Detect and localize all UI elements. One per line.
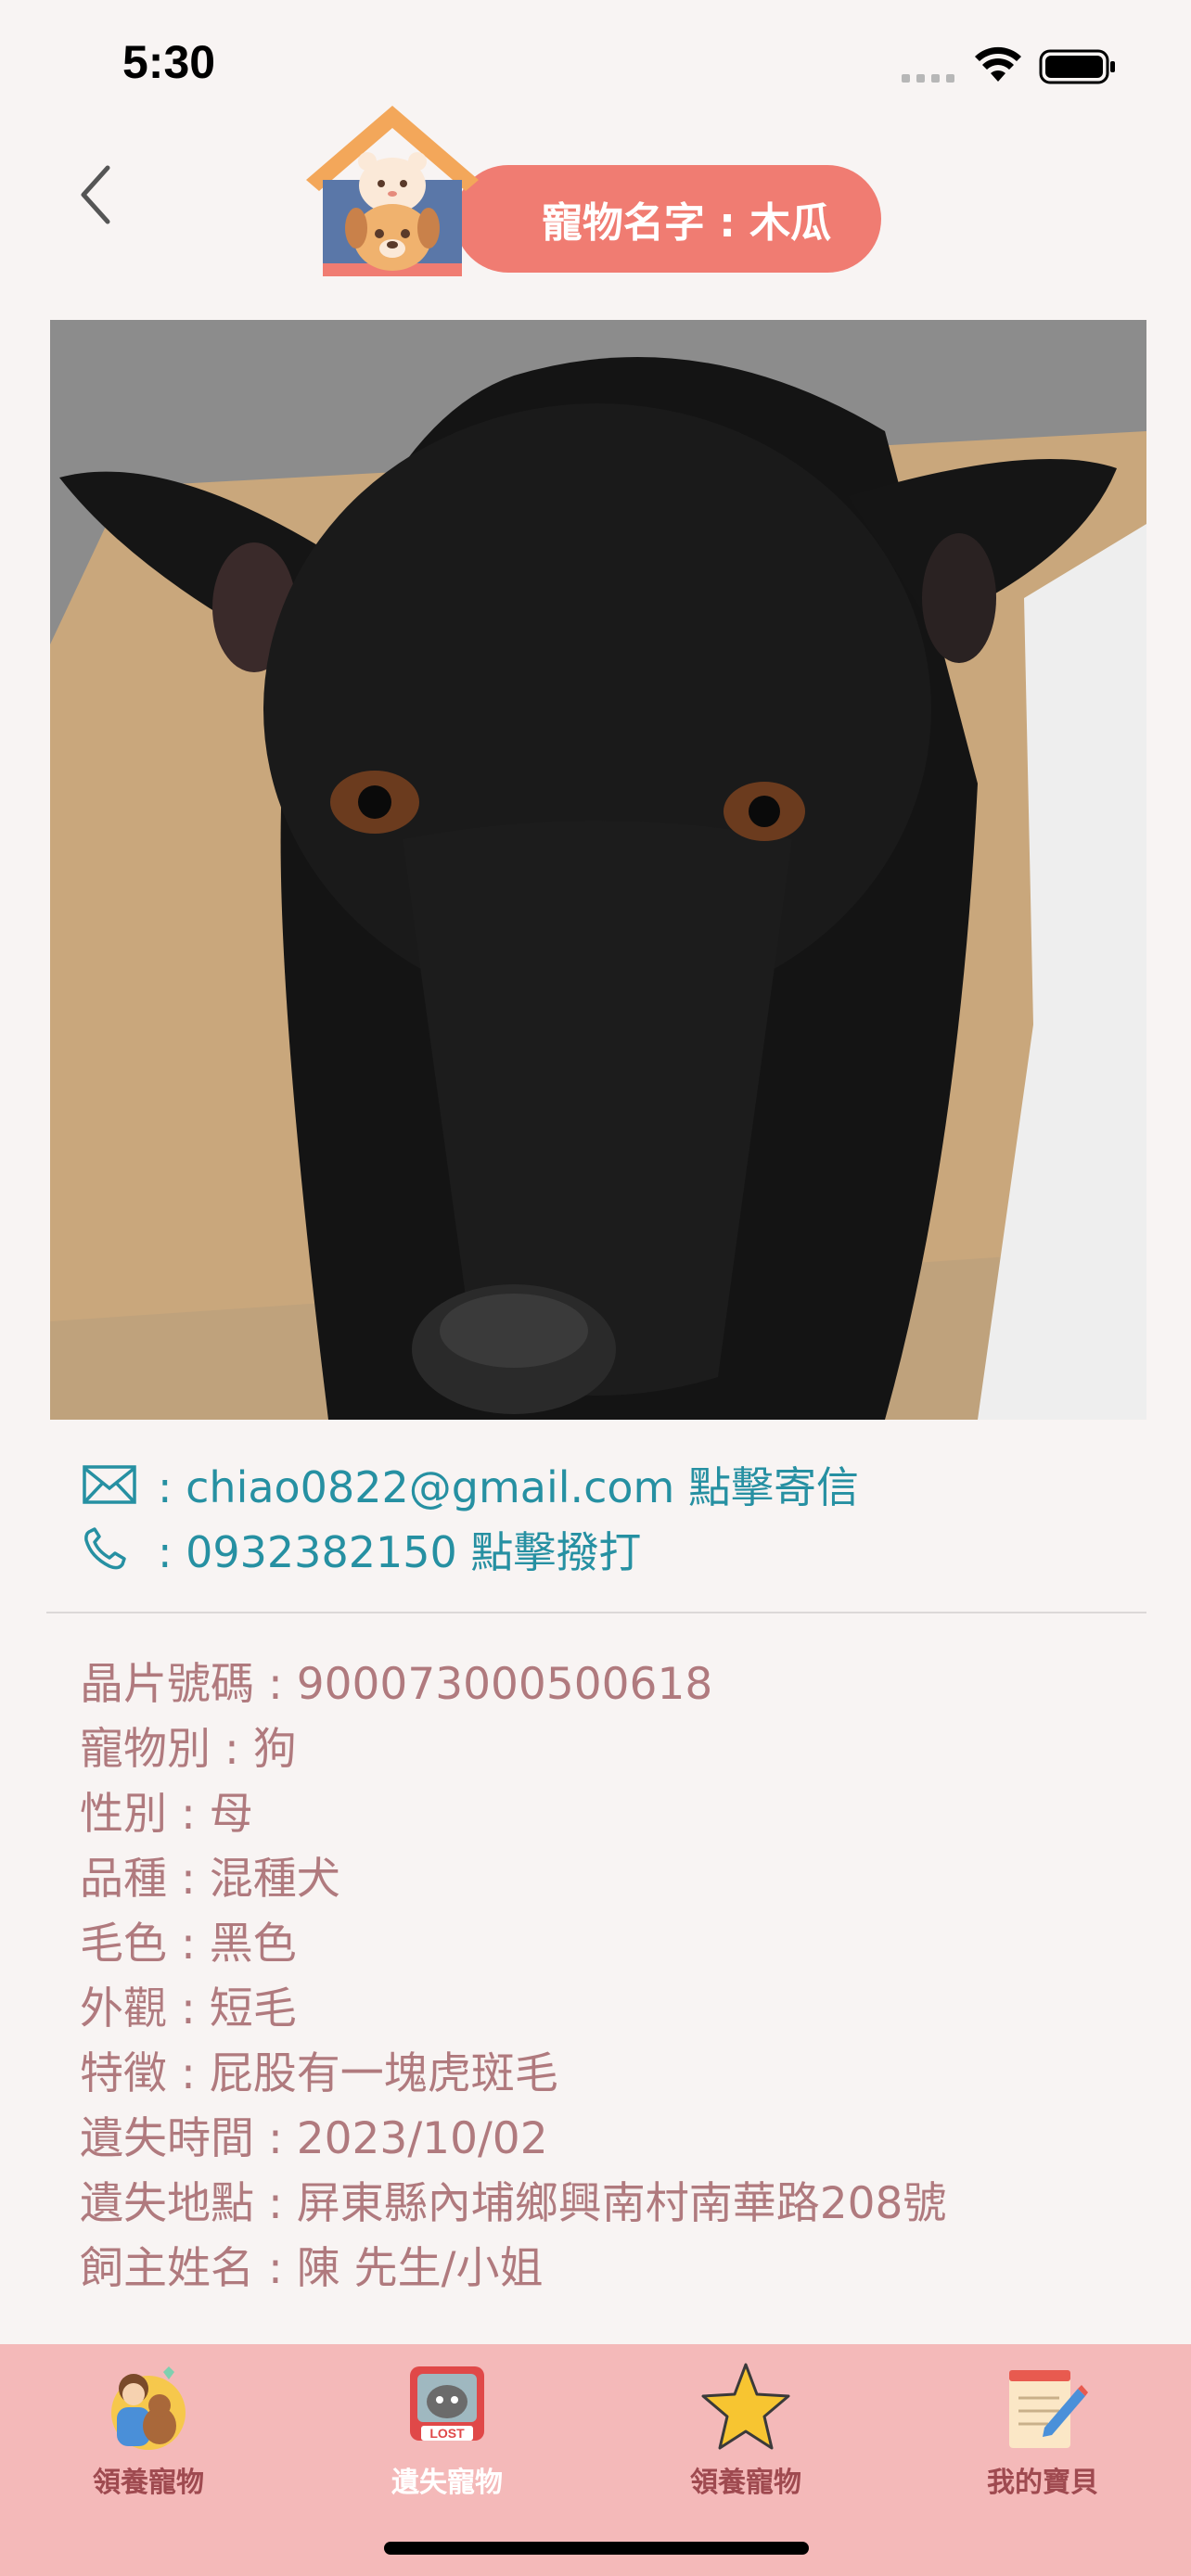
phone-icon: [84, 1527, 126, 1570]
status-bar: 5:30: [0, 0, 1191, 130]
tab-label: 遺失寵物: [391, 2467, 503, 2499]
tab-adopt-pets-star[interactable]: 領養寵物: [634, 2361, 857, 2500]
pet-info-list: 晶片號碼 : 900073000500618 寵物別 : 狗 性別 : 母 品種…: [80, 1652, 946, 2302]
pet-photo: [50, 320, 1146, 1420]
chip-number: 晶片號碼 : 900073000500618: [80, 1659, 713, 1710]
features: 特徵 : 屁股有一塊虎斑毛: [80, 2048, 558, 2099]
wifi-icon: [975, 46, 1021, 82]
cellular-signal-icon: [902, 74, 954, 83]
status-time: 5:30: [122, 36, 216, 88]
pet-name-pill: 寵物名字 : 木瓜: [455, 165, 881, 273]
phone-link[interactable]: : 0932382150 點擊撥打: [158, 1519, 641, 1580]
pet-sex: 性別 : 母: [80, 1789, 253, 1840]
lost-location: 遺失地點 : 屏東縣內埔鄉興南村南華路208號: [80, 2178, 947, 2229]
tab-lost-pets[interactable]: LOST 遺失寵物: [336, 2361, 558, 2500]
phone-contact-row[interactable]: : 0932382150 點擊撥打: [82, 1519, 641, 1580]
pet-detail-screen: 5:30 寵物名字 : 木瓜: chiao0822@gmail.com 點擊寄…: [0, 0, 1191, 2576]
pet-house-logo-icon: [306, 106, 479, 276]
mail-icon: [83, 1465, 136, 1504]
adopt-pets-icon: [111, 2366, 186, 2450]
home-indicator: [384, 2542, 809, 2555]
notepad-icon: [1009, 2370, 1088, 2448]
pet-type: 寵物別 : 狗: [80, 1724, 297, 1775]
tab-label: 領養寵物: [690, 2467, 801, 2499]
pet-name-label: 寵物名字 : 木瓜: [541, 199, 832, 247]
svg-text:LOST: LOST: [429, 2426, 465, 2441]
pet-breed: 品種 : 混種犬: [80, 1854, 340, 1905]
tab-adopt-pets[interactable]: 領養寵物: [37, 2361, 260, 2500]
fur-color: 毛色 : 黑色: [80, 1919, 297, 1970]
owner-name: 飼主姓名 : 陳 先生/小姐: [80, 2243, 544, 2294]
divider: [46, 1612, 1146, 1613]
email-link[interactable]: : chiao0822@gmail.com 點擊寄信: [158, 1454, 859, 1515]
lost-pet-icon: LOST: [410, 2366, 484, 2441]
email-contact-row[interactable]: : chiao0822@gmail.com 點擊寄信: [82, 1454, 859, 1515]
back-chevron-icon[interactable]: [72, 162, 128, 227]
lost-date: 遺失時間 : 2023/10/02: [80, 2113, 548, 2164]
battery-icon: [1039, 49, 1115, 84]
tab-my-baby[interactable]: 我的寶貝: [931, 2361, 1154, 2500]
tab-label: 領養寵物: [93, 2467, 204, 2499]
star-icon: [701, 2363, 790, 2450]
appearance: 外觀 : 短毛: [80, 1983, 297, 2034]
tab-label: 我的寶貝: [987, 2467, 1098, 2499]
